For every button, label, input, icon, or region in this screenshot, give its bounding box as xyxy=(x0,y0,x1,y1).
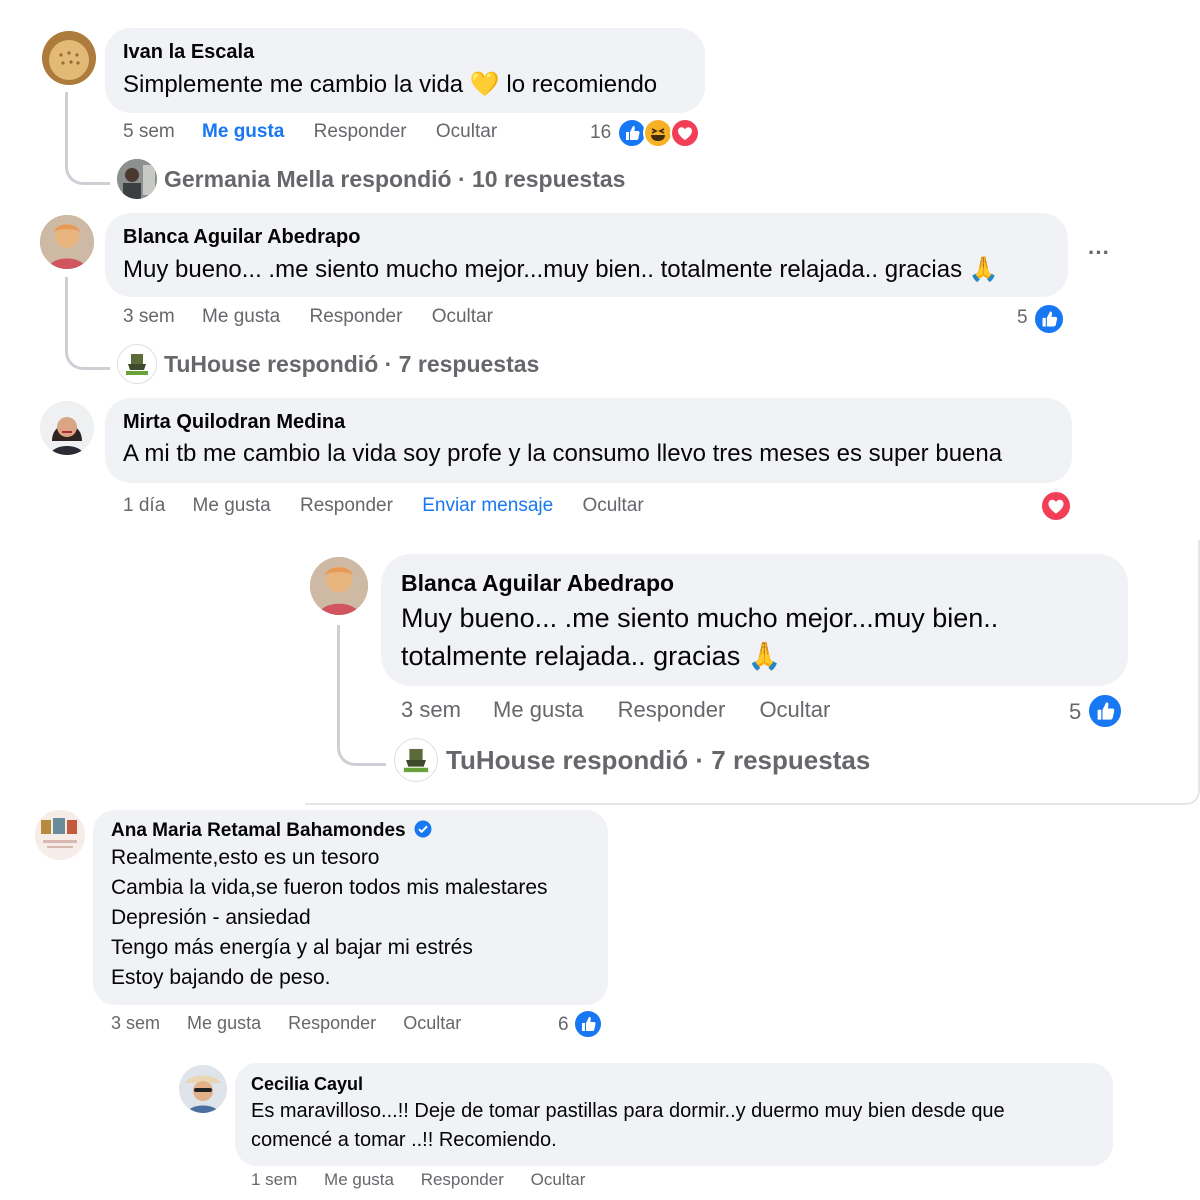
avatar[interactable] xyxy=(394,738,438,782)
comment-text-line: Muy bueno... .me siento mucho mejor...mu… xyxy=(401,603,999,633)
reply-button[interactable]: Responder xyxy=(618,697,726,722)
comment-actions: 3 sem Me gusta Responder Ocultar xyxy=(123,306,493,328)
reply-button[interactable]: Responder xyxy=(300,495,393,516)
replies-summary[interactable]: Germania Mella respondió · 10 respuestas xyxy=(164,166,625,193)
avatar[interactable] xyxy=(117,344,157,384)
comment-actions: 3 sem Me gusta Responder Ocultar xyxy=(111,1013,461,1034)
avatar[interactable] xyxy=(117,159,157,199)
reaction-count[interactable]: 5 xyxy=(1069,699,1081,725)
comment-actions: 5 sem Me gusta Responder Ocultar xyxy=(123,121,497,143)
reaction-count[interactable]: 6 xyxy=(558,1014,569,1036)
reaction-count[interactable]: 5 xyxy=(1017,307,1028,329)
reply-button[interactable]: Responder xyxy=(288,1013,376,1033)
verified-badge-icon xyxy=(414,820,432,838)
comment-author[interactable]: Ivan la Escala xyxy=(123,41,254,64)
comment-text-line: comencé a tomar ..!! Recomiendo. xyxy=(251,1129,557,1151)
comment-actions: 3 sem Me gusta Responder Ocultar xyxy=(401,697,830,723)
comment-text: Muy bueno... .me siento mucho mejor...mu… xyxy=(123,256,999,283)
comment-time[interactable]: 3 sem xyxy=(111,1013,160,1033)
avatar[interactable] xyxy=(40,401,94,455)
avatar[interactable] xyxy=(40,215,94,269)
yellow-heart-emoji: 💛 xyxy=(469,71,500,98)
comment-text-line: Cambia la vida,se fueron todos mis males… xyxy=(111,876,548,899)
comment-time[interactable]: 1 sem xyxy=(251,1170,297,1189)
comment-actions: 1 día Me gusta Responder Enviar mensaje … xyxy=(123,495,644,517)
comment-actions: 1 sem Me gusta Responder Ocultar xyxy=(251,1170,585,1190)
comment-author[interactable]: Blanca Aguilar Abedrapo xyxy=(401,570,674,597)
comment-text-line: Estoy bajando de peso. xyxy=(111,966,331,989)
comment-time[interactable]: 5 sem xyxy=(123,121,175,142)
like-button[interactable]: Me gusta xyxy=(187,1013,261,1033)
comment-time[interactable]: 3 sem xyxy=(401,697,461,722)
comment-text-line: Realmente,esto es un tesoro xyxy=(111,846,380,869)
like-icon[interactable] xyxy=(1033,303,1065,335)
like-button[interactable]: Me gusta xyxy=(202,306,280,327)
thread-line xyxy=(65,277,110,370)
thread-line xyxy=(65,92,110,185)
comment-text-line: Tengo más energía y al bajar mi estrés xyxy=(111,936,473,959)
like-icon[interactable] xyxy=(573,1009,603,1039)
hide-button[interactable]: Ocultar xyxy=(432,306,493,327)
love-icon[interactable] xyxy=(670,118,700,148)
replies-summary[interactable]: TuHouse respondió · 7 respuestas xyxy=(446,745,870,776)
hide-button[interactable]: Ocultar xyxy=(531,1170,586,1189)
reply-button[interactable]: Responder xyxy=(309,306,402,327)
comment-author[interactable]: Cecilia Cayul xyxy=(251,1074,363,1095)
like-button[interactable]: Me gusta xyxy=(202,121,284,142)
hide-button[interactable]: Ocultar xyxy=(436,121,497,142)
thread-line xyxy=(337,625,386,766)
comment-text-line: Es maravilloso...!! Deje de tomar pastil… xyxy=(251,1100,1005,1122)
comment-time[interactable]: 1 día xyxy=(123,495,165,516)
more-options-icon[interactable]: ··· xyxy=(1088,240,1110,266)
comment-author[interactable]: Blanca Aguilar Abedrapo xyxy=(123,226,360,249)
haha-icon[interactable] xyxy=(643,118,673,148)
comment-text-line: totalmente relajada.. gracias 🙏 xyxy=(401,641,782,671)
avatar[interactable] xyxy=(35,810,85,860)
love-icon[interactable] xyxy=(1040,490,1072,522)
comment-text-line: Depresión - ansiedad xyxy=(111,906,311,929)
like-button[interactable]: Me gusta xyxy=(324,1170,394,1189)
avatar[interactable] xyxy=(42,31,96,85)
send-message-button[interactable]: Enviar mensaje xyxy=(422,495,553,516)
reply-button[interactable]: Responder xyxy=(314,121,407,142)
like-icon[interactable] xyxy=(1087,693,1123,729)
comment-author[interactable]: Mirta Quilodran Medina xyxy=(123,411,345,434)
hide-button[interactable]: Ocultar xyxy=(582,495,643,516)
replies-summary[interactable]: TuHouse respondió · 7 respuestas xyxy=(164,351,539,378)
like-button[interactable]: Me gusta xyxy=(193,495,271,516)
avatar[interactable] xyxy=(179,1065,227,1113)
comment-text: Simplemente me cambio la vida 💛 lo recom… xyxy=(123,71,658,98)
reaction-count[interactable]: 16 xyxy=(590,122,611,144)
comment-text: A mi tb me cambio la vida soy profe y la… xyxy=(123,440,1003,467)
avatar[interactable] xyxy=(310,557,368,615)
like-button[interactable]: Me gusta xyxy=(493,697,584,722)
comment-author[interactable]: Ana Maria Retamal Bahamondes xyxy=(111,820,432,842)
hide-button[interactable]: Ocultar xyxy=(759,697,830,722)
hide-button[interactable]: Ocultar xyxy=(403,1013,461,1033)
comment-time[interactable]: 3 sem xyxy=(123,306,175,327)
reply-button[interactable]: Responder xyxy=(421,1170,504,1189)
